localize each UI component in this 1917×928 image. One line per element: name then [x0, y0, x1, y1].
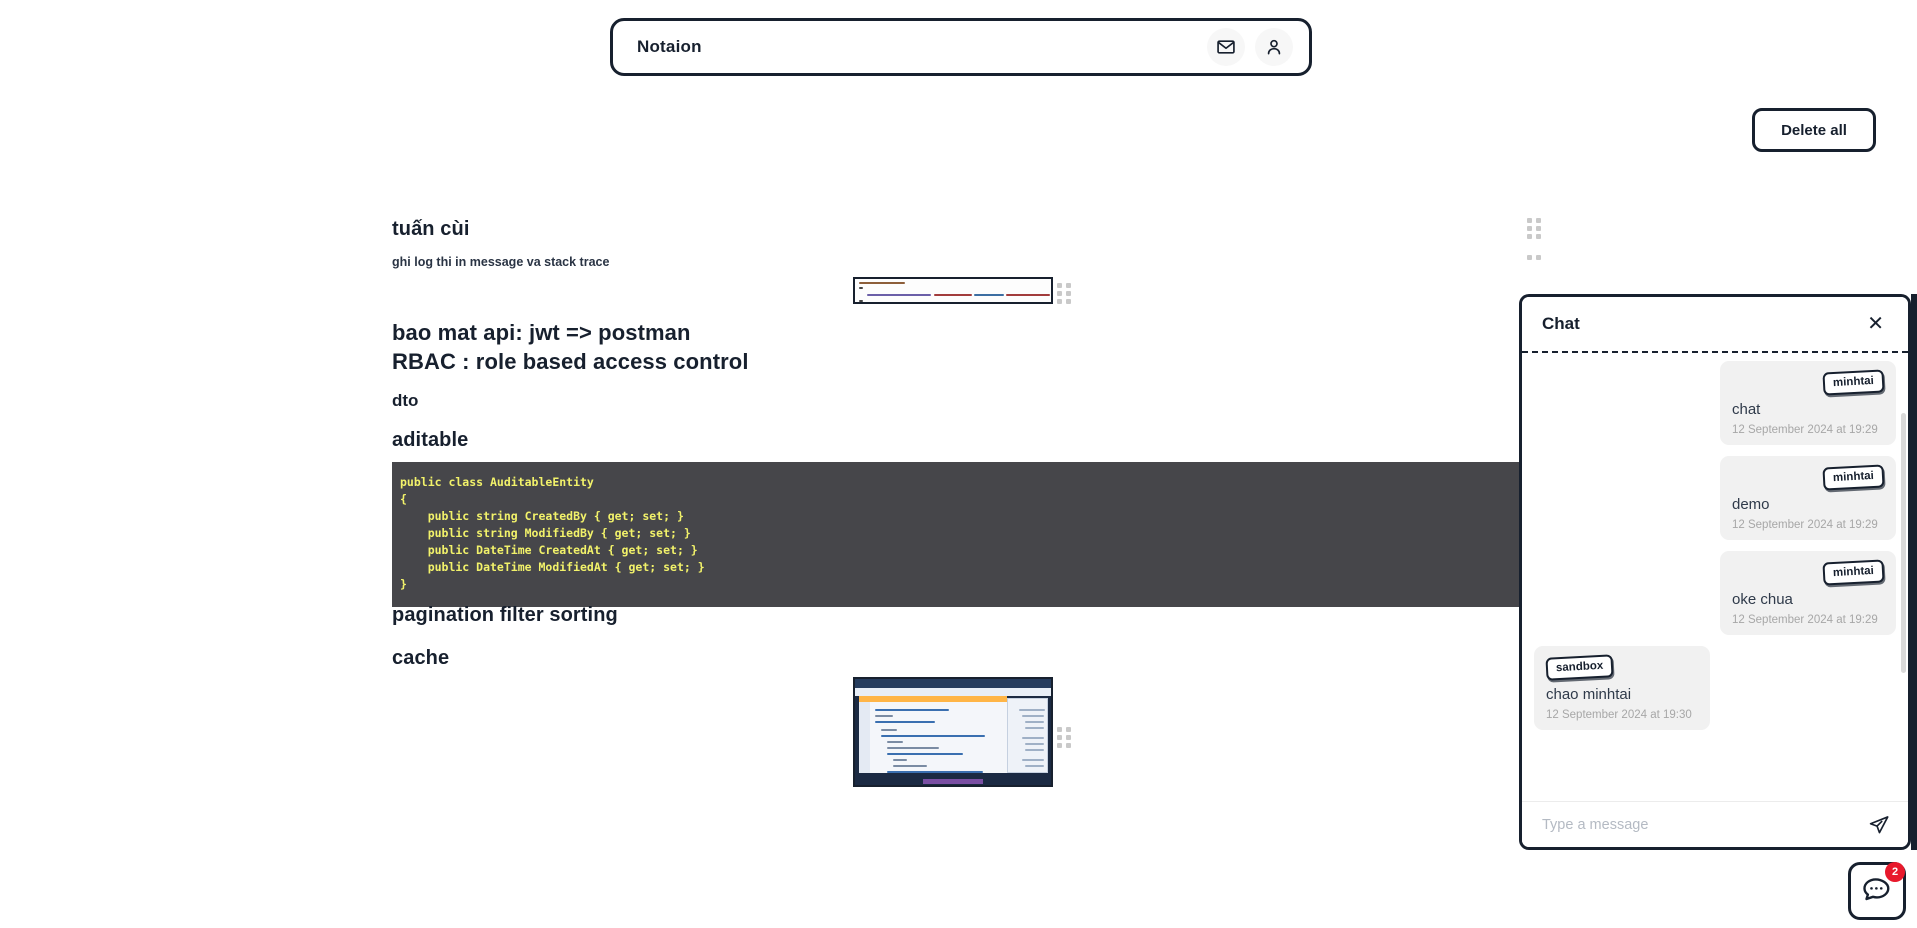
embedded-code-screenshot[interactable]: [853, 277, 1053, 304]
author-badge-wrap: sandbox: [1545, 654, 1698, 685]
ide-code-line: [875, 709, 949, 711]
ide-tree-item: [1025, 721, 1044, 723]
thumb-line: [859, 300, 863, 302]
heading-cache[interactable]: cache: [392, 647, 449, 670]
author-badge-wrap: minhtai: [1732, 559, 1885, 590]
heading-rbac[interactable]: RBAC : role based access control: [392, 349, 749, 375]
message-author-badge: sandbox: [1545, 654, 1614, 681]
ide-tree-item: [1022, 715, 1044, 717]
ide-code-line: [893, 765, 927, 767]
heading-aditable[interactable]: aditable: [392, 429, 468, 452]
close-icon[interactable]: ✕: [1863, 312, 1888, 336]
chat-scrollbar[interactable]: [1901, 353, 1906, 801]
panel-right-edge: [1911, 294, 1917, 850]
chat-toggle-button[interactable]: 2: [1848, 862, 1906, 920]
ide-menubar: [855, 688, 1051, 696]
ide-tree-item: [1019, 709, 1045, 711]
ide-code-line: [887, 753, 963, 755]
message-text: chat: [1732, 401, 1761, 418]
ide-tree-item: [1025, 749, 1044, 751]
message-author-badge: minhtai: [1822, 369, 1885, 396]
ide-gutter: [859, 702, 870, 773]
message-author-badge: minhtai: [1822, 559, 1885, 586]
author-badge-wrap: minhtai: [1732, 464, 1885, 495]
paragraph-log-note[interactable]: ghi log thi in message va stack trace: [392, 255, 609, 269]
ide-code-line: [881, 735, 985, 737]
chat-title: Chat: [1542, 314, 1580, 333]
unread-count-badge: 2: [1885, 862, 1905, 882]
message-timestamp: 12 September 2024 at 19:29: [1732, 519, 1878, 531]
chat-message[interactable]: minhtai oke chua 12 September 2024 at 19…: [1534, 551, 1896, 635]
send-icon[interactable]: [1866, 812, 1892, 838]
ide-tree-item: [1022, 737, 1044, 739]
drag-handle[interactable]: [1057, 727, 1071, 749]
chat-message-input[interactable]: [1540, 815, 1866, 834]
heading-tuan-cui[interactable]: tuấn cùi: [392, 218, 469, 241]
message-text: demo: [1732, 496, 1770, 513]
chat-message[interactable]: minhtai chat 12 September 2024 at 19:29: [1534, 361, 1896, 445]
message-timestamp: 12 September 2024 at 19:29: [1732, 424, 1878, 436]
chat-panel: Chat ✕ minhtai chat 12 September 2024 at…: [1519, 294, 1911, 850]
heading-dto[interactable]: dto: [392, 391, 418, 411]
ide-tree-item: [1025, 765, 1044, 767]
ide-code-line: [887, 747, 939, 749]
message-bubble: minhtai demo 12 September 2024 at 19:29: [1720, 456, 1896, 540]
ide-code-line: [881, 729, 897, 731]
ide-titlebar: [855, 679, 1051, 688]
thumb-line: [934, 294, 972, 296]
message-bubble: minhtai oke chua 12 September 2024 at 19…: [1720, 551, 1896, 635]
thumb-line: [1006, 294, 1050, 296]
drag-handle[interactable]: [1527, 218, 1541, 240]
message-text: oke chua: [1732, 591, 1793, 608]
ide-tree-item: [1022, 759, 1044, 761]
ide-editor: [859, 702, 1007, 773]
ide-code-line: [875, 721, 935, 723]
chat-scrollbar-thumb[interactable]: [1901, 413, 1906, 673]
message-timestamp: 12 September 2024 at 19:29: [1732, 614, 1878, 626]
ide-code-line: [893, 759, 907, 761]
ide-tree-item: [1025, 743, 1044, 745]
drag-handle[interactable]: [1527, 255, 1541, 265]
heading-pagination[interactable]: pagination filter sorting: [392, 604, 618, 627]
ide-statusbar-message: [923, 779, 983, 784]
app-root: Notaion Delete all tuấn cùi ghi log thi …: [0, 0, 1917, 928]
thumb-line: [974, 294, 1004, 296]
ide-code-line: [875, 715, 893, 717]
message-bubble: sandbox chao minhtai 12 September 2024 a…: [1534, 646, 1710, 730]
heading-bao-mat-api[interactable]: bao mat api: jwt => postman: [392, 320, 691, 346]
chat-message-list[interactable]: minhtai chat 12 September 2024 at 19:29 …: [1522, 353, 1908, 801]
author-badge-wrap: minhtai: [1732, 369, 1885, 400]
ide-code-line: [887, 771, 983, 773]
thumb-line: [867, 294, 931, 296]
chat-input-bar: [1522, 801, 1908, 847]
chat-header: Chat ✕: [1522, 297, 1908, 353]
message-text: chao minhtai: [1546, 686, 1632, 703]
message-bubble: minhtai chat 12 September 2024 at 19:29: [1720, 361, 1896, 445]
chat-message[interactable]: sandbox chao minhtai 12 September 2024 a…: [1534, 646, 1896, 730]
ide-code-line: [887, 741, 903, 743]
embedded-ide-screenshot[interactable]: [853, 677, 1053, 787]
ide-tree-item: [1025, 727, 1044, 729]
chat-message[interactable]: minhtai demo 12 September 2024 at 19:29: [1534, 456, 1896, 540]
thumb-line: [859, 287, 863, 289]
thumb-line: [859, 282, 905, 284]
drag-handle[interactable]: [1057, 283, 1071, 305]
message-author-badge: minhtai: [1822, 464, 1885, 491]
message-timestamp: 12 September 2024 at 19:30: [1546, 709, 1692, 721]
